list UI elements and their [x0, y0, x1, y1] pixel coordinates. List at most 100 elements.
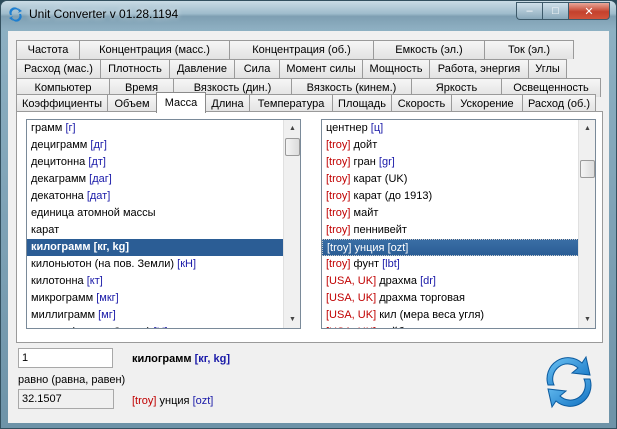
- tab-category[interactable]: Ток (эл.): [484, 40, 574, 59]
- list-item[interactable]: [troy] пеннивейт: [322, 222, 595, 239]
- item-prefix: [USA, UK]: [326, 326, 376, 328]
- tab-category[interactable]: Момент силы: [279, 59, 363, 78]
- item-unit: [кН]: [177, 258, 197, 270]
- item-prefix: [USA, UK]: [326, 309, 377, 321]
- from-unit-list[interactable]: грамм [г] дециграмм [дг] децитонна [дт] дек…: [26, 119, 301, 329]
- client-area: Частота Концентрация (масс.) Концентрация …: [8, 31, 609, 423]
- list-item[interactable]: килограмм [кг, kg]: [27, 239, 300, 256]
- list-item[interactable]: миллиграмм [мг]: [27, 307, 300, 324]
- list-item[interactable]: грамм [г]: [27, 120, 300, 137]
- from-unit-label: килограмм [кг, kg]: [132, 353, 230, 365]
- tab-category[interactable]: Концентрация (об.): [229, 40, 374, 59]
- list-item[interactable]: декаграмм [даг]: [27, 171, 300, 188]
- to-unit-label: [troy] унция [ozt]: [132, 395, 213, 407]
- item-unit: [мг]: [98, 309, 116, 321]
- item-name: ньютон (на пов. Земли): [31, 326, 150, 328]
- tab-panel: грамм [г] дециграмм [дг] децитонна [дт] дек…: [16, 111, 603, 343]
- tab-category[interactable]: Емкость (эл.): [373, 40, 485, 59]
- scroll-thumb[interactable]: [285, 138, 300, 156]
- tab-category[interactable]: Сила: [234, 59, 280, 78]
- item-name: гран: [353, 156, 376, 168]
- list-item[interactable]: [USA, UK] дайбр: [322, 324, 595, 328]
- list-item[interactable]: [troy] фунт [lbt]: [322, 256, 595, 273]
- list-item[interactable]: [USA, UK] драхма [dr]: [322, 273, 595, 290]
- scroll-down-icon[interactable]: ▼: [284, 311, 300, 328]
- item-name: декатонна: [31, 190, 84, 202]
- item-name: центнер: [326, 122, 368, 134]
- to-unit-symbol: [ozt]: [192, 395, 214, 407]
- scroll-down-icon[interactable]: ▼: [579, 311, 595, 328]
- item-name: килоньютон (на пов. Земли): [31, 258, 175, 270]
- from-list-scrollbar[interactable]: ▲ ▼: [283, 120, 300, 328]
- to-list-scrollbar[interactable]: ▲ ▼: [578, 120, 595, 328]
- to-unit-name: унция: [159, 395, 190, 407]
- tab-category[interactable]: Работа, энергия: [429, 59, 529, 78]
- close-button[interactable]: ✕: [568, 2, 610, 20]
- item-unit: [дат]: [86, 190, 111, 202]
- item-unit: [lbt]: [382, 258, 400, 270]
- title-bar[interactable]: Unit Converter v 01.28.1194 – □ ✕: [1, 1, 616, 29]
- scroll-up-icon[interactable]: ▲: [284, 120, 300, 137]
- item-name: унция: [354, 242, 385, 254]
- list-item[interactable]: единица атомной массы: [27, 205, 300, 222]
- list-item[interactable]: [troy] карат (UK): [322, 171, 595, 188]
- minimize-button[interactable]: –: [516, 2, 542, 20]
- to-unit-list[interactable]: центнер [ц] [troy] дойт [troy] гран [gr][…: [321, 119, 596, 329]
- item-name: грамм: [31, 122, 63, 134]
- item-unit: [Н]: [154, 326, 168, 328]
- tab-category[interactable]: Мощность: [362, 59, 430, 78]
- item-name: майт: [353, 207, 379, 219]
- item-unit: [дг]: [90, 139, 107, 151]
- list-item[interactable]: декатонна [дат]: [27, 188, 300, 205]
- item-unit: [кт]: [86, 275, 103, 287]
- item-name: дайбр: [379, 326, 410, 328]
- item-prefix: [troy]: [327, 242, 352, 254]
- list-item[interactable]: микрограмм [мкг]: [27, 290, 300, 307]
- window-title: Unit Converter v 01.28.1194: [29, 7, 179, 21]
- item-unit: [ozt]: [387, 242, 409, 254]
- tab-category[interactable]: Углы: [528, 59, 567, 78]
- tab-category[interactable]: Частота: [16, 40, 80, 59]
- list-item[interactable]: центнер [ц]: [322, 120, 595, 137]
- to-unit-prefix: [troy]: [132, 395, 157, 407]
- value-input[interactable]: 1: [18, 348, 113, 368]
- list-item[interactable]: карат: [27, 222, 300, 239]
- item-name: драхма торговая: [379, 292, 465, 304]
- tab-category[interactable]: Давление: [169, 59, 235, 78]
- to-unit-items: центнер [ц] [troy] дойт [troy] гран [gr][…: [322, 120, 595, 328]
- list-item[interactable]: килотонна [кт]: [27, 273, 300, 290]
- list-item[interactable]: [troy] дойт: [322, 137, 595, 154]
- list-item[interactable]: [troy] унция [ozt]: [322, 239, 595, 256]
- tab-category[interactable]: Расход (мас.): [16, 59, 101, 78]
- tab-category[interactable]: Концентрация (масс.): [79, 40, 230, 59]
- scroll-thumb[interactable]: [580, 160, 595, 178]
- list-item[interactable]: децитонна [дт]: [27, 154, 300, 171]
- list-item[interactable]: [troy] карат (до 1913): [322, 188, 595, 205]
- item-name: карат (до 1913): [353, 190, 433, 202]
- item-name: килотонна: [31, 275, 84, 287]
- list-item[interactable]: [troy] майт: [322, 205, 595, 222]
- item-prefix: [troy]: [326, 224, 351, 236]
- item-prefix: [troy]: [326, 139, 351, 151]
- item-unit: [ц]: [370, 122, 384, 134]
- maximize-button[interactable]: □: [542, 2, 568, 20]
- caption-buttons: – □ ✕: [516, 2, 610, 20]
- tab-active[interactable]: Масса: [156, 92, 206, 113]
- scroll-up-icon[interactable]: ▲: [579, 120, 595, 137]
- list-item[interactable]: [USA, UK] кил (мера веса угля): [322, 307, 595, 324]
- item-name: карат (UK): [353, 173, 408, 185]
- list-item[interactable]: [USA, UK] драхма торговая: [322, 290, 595, 307]
- item-name: дойт: [353, 139, 378, 151]
- item-unit: [gr]: [378, 156, 395, 168]
- list-item[interactable]: килоньютон (на пов. Земли) [кН]: [27, 256, 300, 273]
- tab-category[interactable]: Плотность: [100, 59, 170, 78]
- item-unit: [кг, kg]: [93, 241, 129, 253]
- item-name: декаграмм: [31, 173, 87, 185]
- list-item[interactable]: [troy] гран [gr]: [322, 154, 595, 171]
- item-name: единица атомной массы: [31, 207, 156, 219]
- list-item[interactable]: ньютон (на пов. Земли) [Н]: [27, 324, 300, 328]
- item-name: карат: [31, 224, 60, 236]
- swap-units-icon[interactable]: [538, 351, 600, 413]
- equals-label: равно (равна, равен): [18, 374, 126, 386]
- list-item[interactable]: дециграмм [дг]: [27, 137, 300, 154]
